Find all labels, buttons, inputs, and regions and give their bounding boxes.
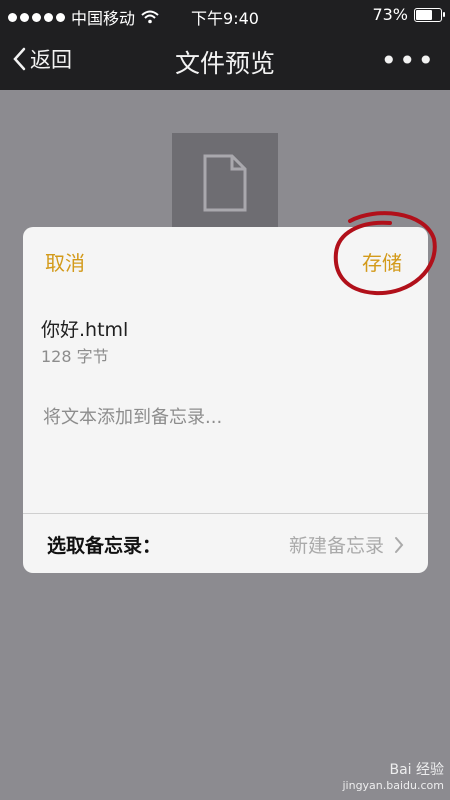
watermark-brand: Bai 经验 bbox=[389, 762, 444, 778]
battery-info: 73% bbox=[372, 5, 445, 24]
save-to-notes-sheet: 取消 存储 你好.html 128 字节 将文本添加到备忘录... 选取备忘录：… bbox=[23, 211, 437, 573]
battery-percent: 73% bbox=[372, 5, 408, 24]
choose-note-value: 新建备忘录 bbox=[288, 535, 384, 557]
baidu-watermark: Bai 经验 jingyan.baidu.com bbox=[342, 759, 444, 792]
status-bar: 中国移动 下午9:40 73% bbox=[0, 0, 450, 30]
divider bbox=[23, 513, 428, 514]
red-circle-annotation bbox=[333, 211, 437, 296]
file-preview-tile bbox=[172, 133, 278, 233]
battery-icon bbox=[414, 7, 445, 22]
cancel-button[interactable]: 取消 bbox=[45, 247, 85, 276]
navigation-bar: 返回 文件预览 ••• bbox=[0, 30, 450, 90]
watermark-site: jingyan.baidu.com bbox=[342, 779, 444, 792]
document-icon bbox=[203, 154, 247, 212]
more-button[interactable]: ••• bbox=[380, 44, 436, 77]
choose-note-label: 选取备忘录： bbox=[47, 535, 162, 557]
choose-note-selector[interactable]: 新建备忘录 bbox=[289, 531, 404, 558]
file-name: 你好.html bbox=[41, 319, 129, 341]
note-text-input[interactable]: 将文本添加到备忘录... bbox=[43, 403, 222, 429]
chevron-right-icon bbox=[395, 536, 404, 553]
file-size: 128 字节 bbox=[41, 347, 109, 366]
